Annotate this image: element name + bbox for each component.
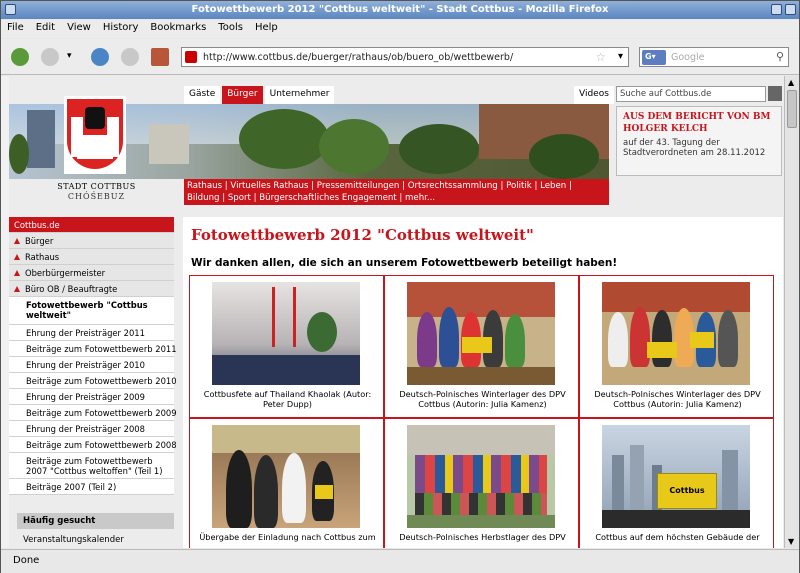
web-page: Gäste Bürger Unternehmer Videos STADT COTT… — [9, 76, 784, 548]
main-nav-links[interactable]: Rathaus | Virtuelles Rathaus | Pressemit… — [184, 179, 609, 205]
site-favicon-icon — [185, 51, 197, 63]
photo-winterlager-1[interactable] — [407, 282, 555, 385]
sidebar-subitem[interactable]: Ehrung der Preisträger 2011 — [9, 325, 174, 341]
photo-caption: Deutsch-Polnisches Herbstlager des DPV — [399, 532, 566, 542]
search-placeholder: Google — [671, 52, 705, 63]
menu-edit[interactable]: Edit — [30, 20, 61, 35]
scroll-up-icon[interactable]: ▲ — [788, 78, 794, 87]
history-dropdown-icon[interactable]: ▾ — [67, 51, 72, 61]
menu-bookmarks[interactable]: Bookmarks — [144, 20, 212, 35]
cottbus-sign: Cottbus — [657, 473, 717, 509]
sidebar-item-buerger[interactable]: Bürger — [9, 233, 174, 249]
reload-icon[interactable] — [91, 48, 109, 66]
photo-caption: Cottbusfete auf Thailand Khaolak (Autor:… — [203, 389, 372, 409]
photo-caption: Cottbus auf dem höchsten Gebäude der — [595, 532, 760, 542]
audience-nav: Gäste Bürger Unternehmer — [184, 86, 336, 104]
menu-view[interactable]: View — [61, 20, 97, 35]
logo-subtext: CHÓŚEBUZ — [67, 192, 126, 201]
photo-thailand[interactable] — [212, 282, 360, 385]
stop-icon[interactable] — [121, 48, 139, 66]
sidebar-subitem[interactable]: Beiträge zum Fotowettbewerb 2007 "Cottbu… — [9, 453, 174, 479]
tab-buerger[interactable]: Bürger — [222, 86, 263, 104]
photo-cell[interactable]: Deutsch-Polnisches Winterlager des DPV C… — [579, 275, 774, 418]
sidebar-item-rathaus[interactable]: Rathaus — [9, 249, 174, 265]
sidebar-item-oberbuergermeister[interactable]: Oberbürgermeister — [9, 265, 174, 281]
url-bar[interactable]: http://www.cottbus.de/buerger/rathaus/ob… — [181, 47, 629, 67]
logo-text: STADT COTTBUS — [57, 182, 136, 191]
photo-winterlager-2[interactable] — [602, 282, 750, 385]
sidebar-subitem[interactable]: Beiträge zum Fotowettbewerb 2010 — [9, 373, 177, 389]
site-search-input[interactable]: Suche auf Cottbus.de — [616, 86, 766, 102]
city-coat-of-arms-logo[interactable] — [64, 96, 126, 174]
browser-window: Fotowettbewerb 2012 "Cottbus weltweit" -… — [0, 0, 800, 573]
photo-einladung[interactable] — [212, 425, 360, 528]
triangle-icon — [14, 286, 20, 292]
search-icon[interactable]: ⚲ — [776, 50, 784, 63]
status-text: Done — [13, 555, 40, 566]
title-bar: Fotowettbewerb 2012 "Cottbus weltweit" -… — [1, 1, 799, 19]
videos-link[interactable]: Videos — [574, 86, 614, 104]
sidebar-item-buero-ob[interactable]: Büro OB / Beauftragte — [9, 281, 174, 297]
minimize-icon[interactable] — [771, 4, 782, 15]
scrollbar-thumb[interactable] — [787, 90, 797, 128]
tab-gaeste[interactable]: Gäste — [184, 86, 221, 104]
page-title: Fotowettbewerb 2012 "Cottbus weltweit" — [191, 226, 534, 244]
news-teaser[interactable]: AUS DEM BERICHT VON BM HOLGER KELCH auf … — [616, 106, 782, 176]
main-content: Fotowettbewerb 2012 "Cottbus weltweit" W… — [183, 217, 783, 548]
sidebar-item-current[interactable]: Fotowettbewerb "Cottbus weltweit" — [9, 297, 174, 325]
url-dropdown-icon[interactable]: ▾ — [618, 51, 623, 62]
photo-cell[interactable]: Übergabe der Einladung nach Cottbus zum — [189, 418, 384, 548]
photo-herbstlager[interactable] — [407, 425, 555, 528]
sidebar-subitem[interactable]: Ehrung der Preisträger 2009 — [9, 389, 174, 405]
tab-unternehmer[interactable]: Unternehmer — [264, 86, 335, 104]
photo-caption: Deutsch-Polnisches Winterlager des DPV C… — [594, 389, 761, 409]
google-engine-icon[interactable]: G▾ — [642, 50, 666, 65]
photo-cell[interactable]: Cottbusfete auf Thailand Khaolak (Autor:… — [189, 275, 384, 418]
back-icon[interactable] — [11, 48, 29, 66]
sidebar-subitem[interactable]: Beiträge 2007 (Teil 2) — [9, 479, 174, 495]
maximize-icon[interactable] — [785, 4, 796, 15]
vertical-scrollbar[interactable]: ▲ ▼ — [784, 76, 799, 548]
photo-cell[interactable]: Deutsch-Polnisches Herbstlager des DPV — [384, 418, 579, 548]
sidebar-subitem[interactable]: Ehrung der Preisträger 2010 — [9, 357, 174, 373]
search-input[interactable]: G▾ Google ⚲ — [639, 47, 789, 67]
photo-cell[interactable]: Deutsch-Polnisches Winterlager des DPV C… — [384, 275, 579, 418]
menu-history[interactable]: History — [97, 20, 145, 35]
sidebar-nav: Cottbus.de Bürger Rathaus Oberbürgermeis… — [9, 217, 177, 495]
bookmark-star-icon[interactable]: ☆ — [595, 50, 606, 64]
sidebar-item-home[interactable]: Cottbus.de — [9, 217, 174, 233]
triangle-icon — [14, 238, 20, 244]
home-icon[interactable] — [151, 48, 169, 66]
news-heading: AUS DEM BERICHT VON BM HOLGER KELCH — [623, 112, 771, 134]
photo-hoechstes-gebaeude[interactable]: Cottbus — [602, 425, 750, 528]
site-search-button[interactable] — [768, 86, 782, 101]
photo-cell[interactable]: Cottbus Cottbus auf dem höchsten Gebäude… — [579, 418, 774, 548]
navigation-toolbar: ▾ http://www.cottbus.de/buerger/rathaus/… — [1, 39, 799, 75]
haeufig-gesucht-heading: Häufig gesucht — [17, 513, 174, 529]
menu-help[interactable]: Help — [249, 20, 284, 35]
page-viewport: Gäste Bürger Unternehmer Videos STADT COTT… — [1, 76, 784, 548]
news-subtext: auf der 43. Tagung der Stadtverordneten … — [623, 138, 766, 158]
scroll-down-icon[interactable]: ▼ — [788, 537, 794, 546]
photo-caption: Deutsch-Polnisches Winterlager des DPV C… — [399, 389, 566, 409]
sidebar-subitem[interactable]: Beiträge zum Fotowettbewerb 2009 — [9, 405, 177, 421]
thanks-heading: Wir danken allen, die sich an unserem Fo… — [191, 257, 618, 269]
photo-caption: Übergabe der Einladung nach Cottbus zum — [199, 532, 376, 542]
menu-file[interactable]: File — [1, 20, 30, 35]
url-text: http://www.cottbus.de/buerger/rathaus/ob… — [203, 52, 514, 63]
forward-icon[interactable] — [41, 48, 59, 66]
status-bar: Done — [1, 549, 799, 573]
haeufig-gesucht-item[interactable]: Veranstaltungskalender — [17, 532, 174, 548]
sidebar-subitem[interactable]: Beiträge zum Fotowettbewerb 2011 — [9, 341, 177, 357]
menu-bar: File Edit View History Bookmarks Tools Help — [1, 20, 799, 38]
window-title: Fotowettbewerb 2012 "Cottbus weltweit" -… — [191, 4, 609, 15]
triangle-icon — [14, 254, 20, 260]
triangle-icon — [14, 270, 20, 276]
sidebar-subitem[interactable]: Ehrung der Preisträger 2008 — [9, 421, 174, 437]
sidebar-subitem[interactable]: Beiträge zum Fotowettbewerb 2008 — [9, 437, 177, 453]
menu-tools[interactable]: Tools — [212, 20, 249, 35]
